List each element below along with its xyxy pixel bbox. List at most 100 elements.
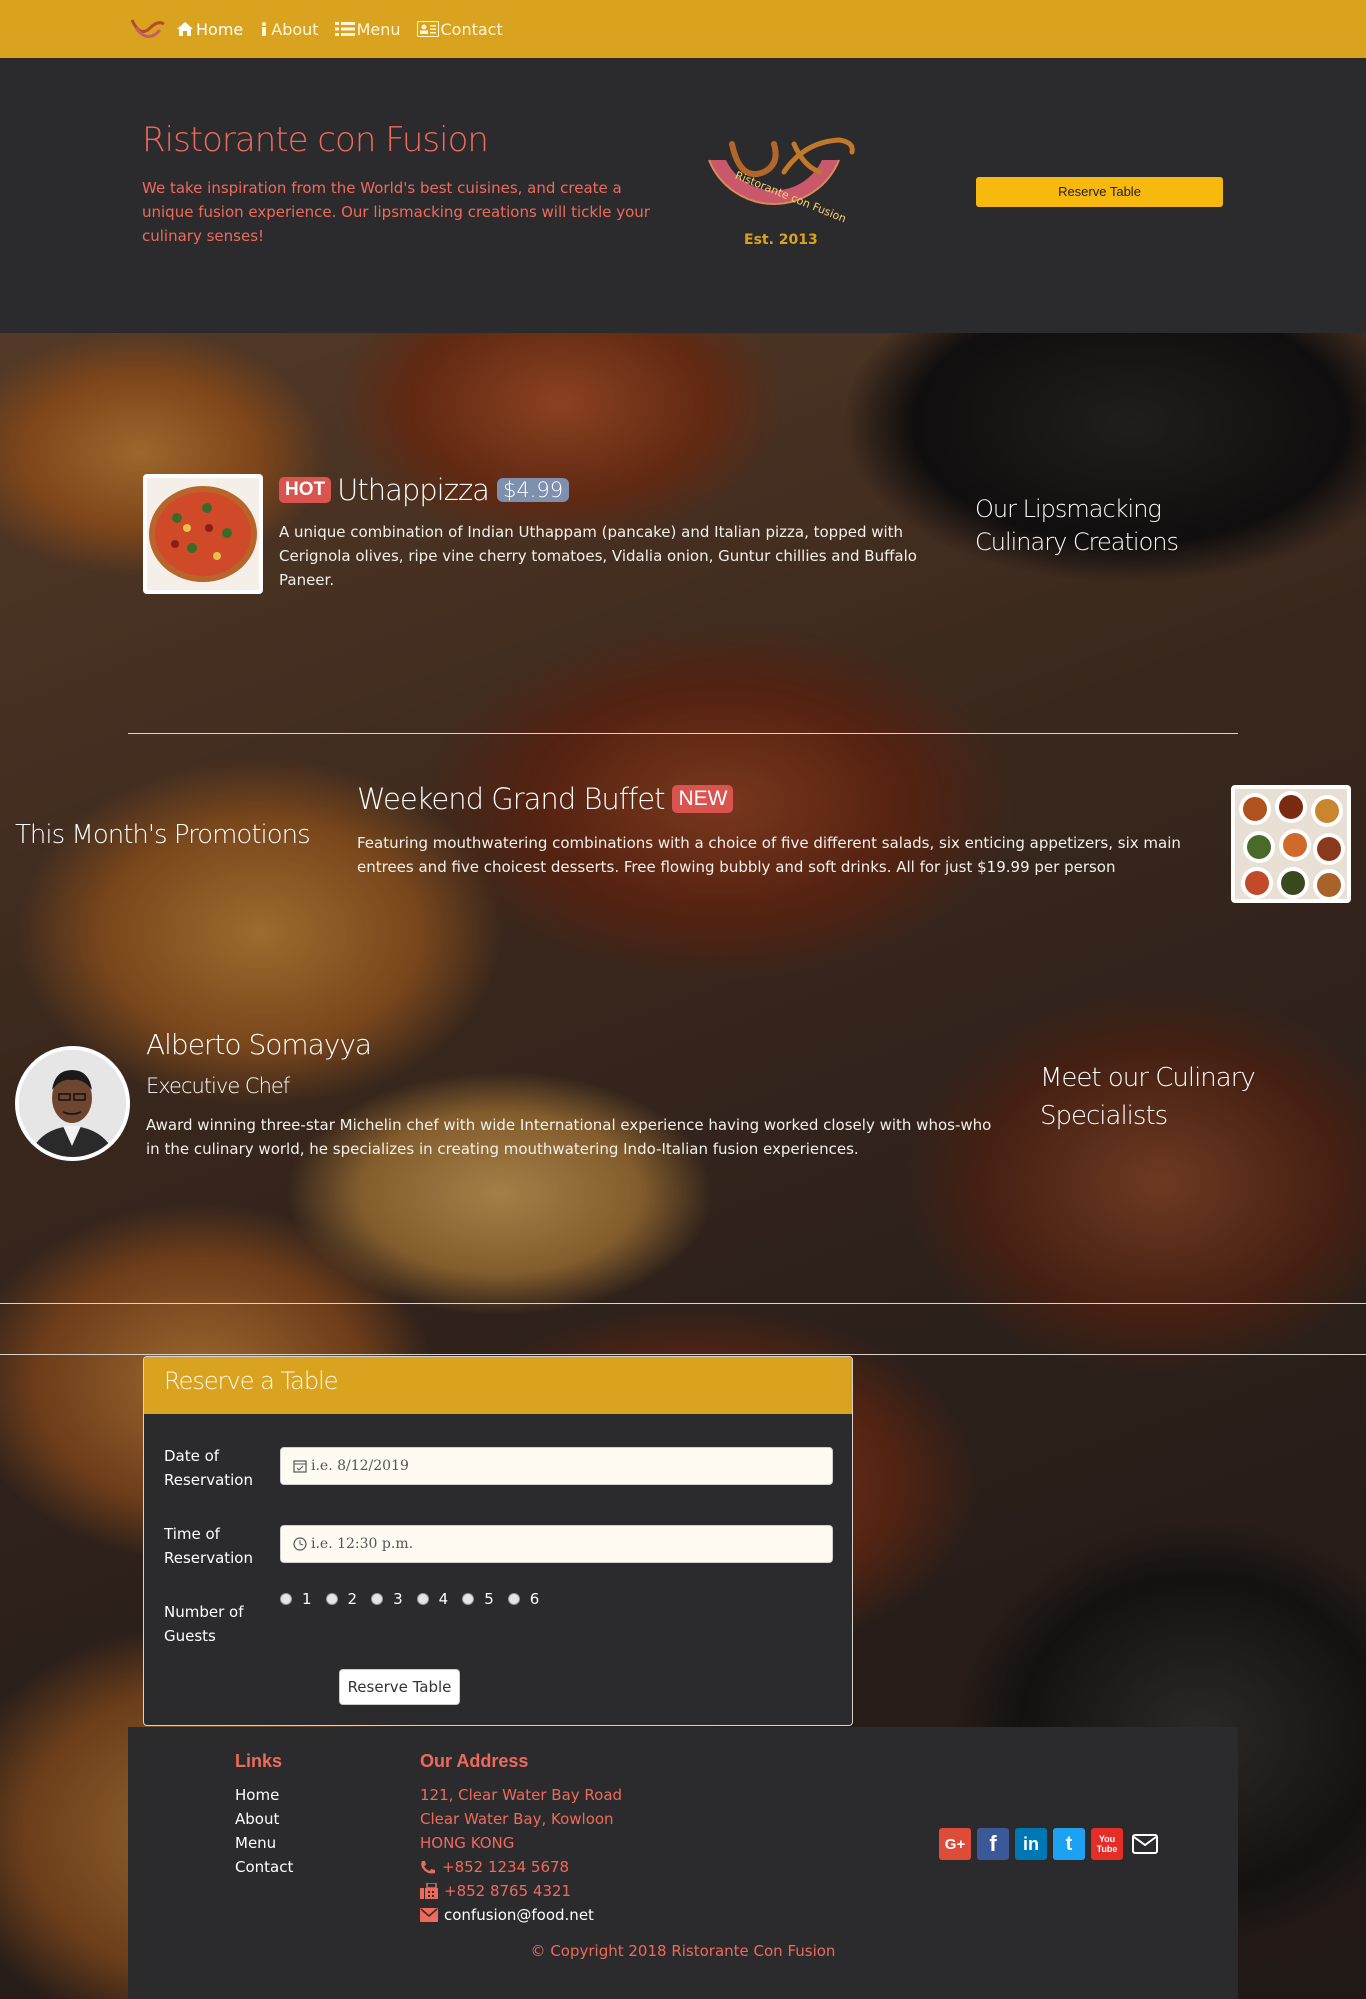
footer-links-heading: Links	[235, 1751, 283, 1771]
info-icon	[262, 22, 267, 36]
date-placeholder: i.e. 8/12/2019	[311, 1458, 409, 1474]
radio-button[interactable]	[280, 1593, 292, 1605]
time-placeholder: i.e. 12:30 p.m.	[311, 1536, 414, 1552]
calendar-check-icon	[293, 1460, 307, 1473]
guests-option-1[interactable]: 1	[280, 1590, 312, 1608]
guests-label: Number of Guests	[164, 1603, 244, 1645]
nav-about[interactable]: About	[259, 19, 319, 39]
fax-icon	[420, 1883, 438, 1899]
guests-option-3[interactable]: 3	[371, 1590, 403, 1608]
price-badge: $4.99	[496, 478, 570, 502]
promotion-name: Weekend Grand Buffet	[357, 782, 665, 816]
chef-name: Alberto Somayya	[146, 1028, 372, 1061]
address-line: Clear Water Bay, Kowloon	[420, 1810, 614, 1828]
guests-option-label: 2	[347, 1590, 358, 1608]
guests-option-label: 3	[393, 1590, 403, 1608]
buffet-image	[1231, 785, 1351, 903]
envelope-icon	[420, 1908, 438, 1922]
youtube-icon[interactable]: You Tube	[1091, 1828, 1123, 1860]
address-card-icon	[416, 21, 439, 37]
time-input[interactable]: i.e. 12:30 p.m.	[280, 1525, 833, 1563]
promotion-heading: Weekend Grand Buffet NEW	[357, 782, 739, 816]
nav-contact[interactable]: Contact	[416, 19, 503, 39]
reserve-table-card: Reserve a Table Date of Reservation i.e.…	[143, 1356, 853, 1726]
footer-address-heading: Our Address	[420, 1751, 529, 1771]
chef-section-title: Meet our Culinary Specialists	[1040, 1063, 1256, 1131]
hot-badge: HOT	[279, 477, 332, 503]
facebook-icon[interactable]: f	[977, 1828, 1009, 1860]
jumbotron: Ristorante con Fusion We take inspiratio…	[0, 58, 1366, 333]
address-line: HONG KONG	[420, 1834, 515, 1852]
google-plus-icon[interactable]: G+	[939, 1828, 971, 1860]
dish-section-title: Our Lipsmacking Culinary Creations	[975, 495, 1179, 556]
nav-about-label: About	[271, 19, 319, 39]
home-icon	[177, 22, 193, 36]
guests-option-label: 4	[438, 1590, 449, 1608]
guests-radio-group: 1 2 3 4 5 6	[280, 1590, 553, 1608]
mail-icon[interactable]	[1129, 1828, 1161, 1860]
email-line: confusion@food.net	[420, 1903, 622, 1927]
twitter-icon[interactable]: t	[1053, 1828, 1085, 1860]
footer-address: 121, Clear Water Bay Road Clear Water Ba…	[420, 1783, 622, 1927]
radio-button[interactable]	[507, 1593, 520, 1605]
brand-description: We take inspiration from the World's bes…	[142, 179, 650, 245]
divider	[0, 1354, 1366, 1355]
footer-link-menu[interactable]: Menu	[235, 1831, 293, 1855]
restaurant-logo: Ristorante con Fusion Est. 2013	[708, 137, 855, 248]
date-label: Date of Reservation	[164, 1447, 253, 1489]
nav-menu[interactable]: Menu	[334, 19, 401, 39]
phone-line: +852 1234 5678	[420, 1855, 622, 1879]
chef-role: Executive Chef	[146, 1074, 290, 1098]
page-title: Ristorante con Fusion	[142, 120, 489, 160]
date-input[interactable]: i.e. 8/12/2019	[280, 1447, 833, 1485]
reserve-table-submit-button[interactable]: Reserve Table	[339, 1669, 460, 1705]
reserve-card-title: Reserve a Table	[144, 1357, 852, 1414]
linkedin-icon[interactable]: in	[1015, 1828, 1047, 1860]
promotion-description: Featuring mouthwatering combinations wit…	[357, 834, 1181, 876]
navbar: Home About Menu Contact	[0, 0, 1366, 58]
fax-number: +852 8765 4321	[444, 1882, 572, 1900]
footer-link-contact[interactable]: Contact	[235, 1855, 293, 1879]
nav-menu-label: Menu	[356, 19, 401, 39]
footer: Links Home About Menu Contact Our Addres…	[128, 1727, 1238, 1999]
phone-number: +852 1234 5678	[442, 1858, 570, 1876]
new-badge: NEW	[672, 785, 734, 813]
promotion-section-title: This Month's Promotions	[15, 820, 311, 850]
guests-option-label: 1	[302, 1590, 312, 1608]
brand-logo-icon[interactable]	[128, 14, 168, 44]
logo-est-text: Est. 2013	[744, 232, 818, 248]
nav-contact-label: Contact	[440, 19, 503, 39]
nav-home-label: Home	[196, 19, 244, 39]
copyright-text: © Copyright 2018 Ristorante Con Fusion	[530, 1942, 836, 1960]
guests-option-2[interactable]: 2	[325, 1590, 358, 1608]
social-links: G+ f in t You Tube	[939, 1828, 1167, 1860]
guests-option-label: 5	[484, 1590, 494, 1608]
phone-icon	[421, 1860, 435, 1873]
time-label: Time of Reservation	[164, 1525, 253, 1567]
fax-line: +852 8765 4321	[420, 1879, 622, 1903]
radio-button[interactable]	[462, 1593, 475, 1605]
radio-button[interactable]	[416, 1593, 429, 1605]
guests-option-4[interactable]: 4	[416, 1590, 449, 1608]
guests-option-6[interactable]: 6	[507, 1590, 540, 1608]
reserve-table-button[interactable]: Reserve Table	[976, 177, 1223, 207]
email-link[interactable]: confusion@food.net	[444, 1903, 594, 1927]
radio-button[interactable]	[371, 1593, 384, 1605]
guests-option-5[interactable]: 5	[462, 1590, 494, 1608]
radio-button[interactable]	[325, 1593, 338, 1605]
uthappizza-image	[143, 474, 263, 594]
address-line: 121, Clear Water Bay Road	[420, 1786, 623, 1804]
divider	[0, 1303, 1366, 1304]
clock-icon	[293, 1537, 307, 1551]
footer-links: Home About Menu Contact	[235, 1783, 293, 1879]
footer-link-about[interactable]: About	[235, 1807, 293, 1831]
footer-link-home[interactable]: Home	[235, 1783, 293, 1807]
list-icon	[334, 22, 355, 36]
divider	[128, 733, 1238, 734]
guests-option-label: 6	[529, 1590, 540, 1608]
nav-home[interactable]: Home	[176, 20, 243, 39]
dish-description: A unique combination of Indian Uthappam …	[279, 523, 917, 589]
chef-avatar	[15, 1046, 130, 1161]
dish-heading: HOT Uthappizza $4.99	[279, 473, 570, 507]
dish-name: Uthappizza	[337, 473, 490, 507]
